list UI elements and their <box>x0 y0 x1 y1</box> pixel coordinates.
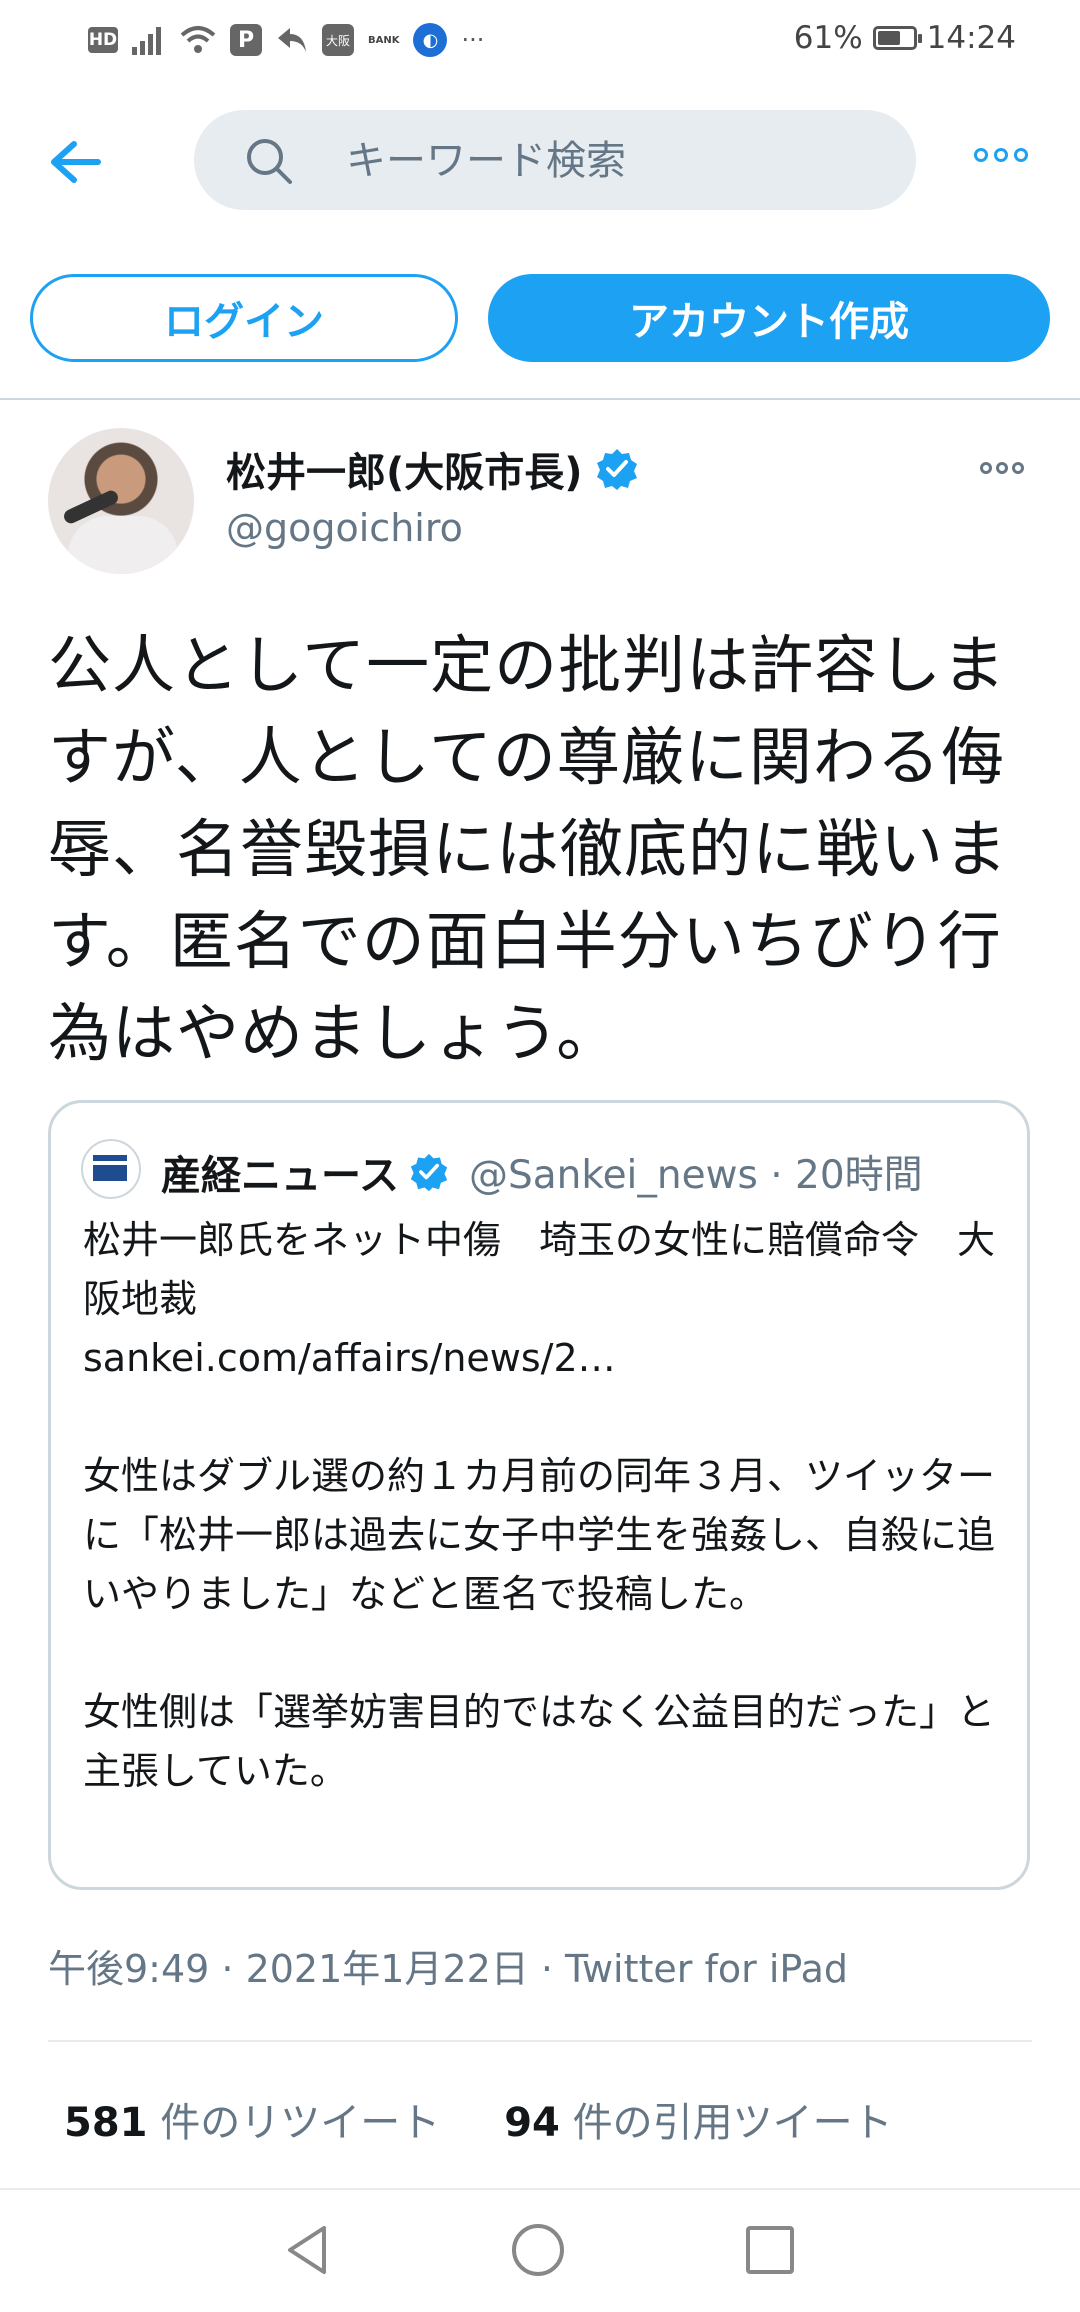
login-button[interactable]: ログイン <box>30 274 458 362</box>
more-options-icon[interactable] <box>974 148 1036 170</box>
navigation-bar <box>0 2192 1080 2312</box>
search-bar[interactable] <box>194 110 916 210</box>
quoted-tweet-header: 産経ニュース @Sankei_news · 20時間 <box>161 1143 923 1201</box>
tweet-more-icon[interactable] <box>980 462 1030 482</box>
status-bar: HD P 大阪 BANK ◐ ··· 61% 14:24 <box>0 0 1080 84</box>
battery-icon <box>872 26 922 50</box>
search-icon <box>244 136 294 186</box>
signal-icon <box>132 22 166 58</box>
tweet-timestamp: 午後9:49 · 2021年1月22日 · Twitter for iPad <box>48 1947 848 1991</box>
tweet-stats: 581 件のリツイート 94 件の引用ツイート <box>64 2090 893 2148</box>
verified-badge-icon <box>410 1153 448 1192</box>
bank-icon: BANK <box>368 34 400 46</box>
quotes-count: 94 <box>504 2100 560 2146</box>
author-handle[interactable]: @gogoichiro <box>226 506 463 550</box>
app-icon: 大阪 <box>322 24 354 56</box>
more-notifications-icon: ··· <box>461 26 485 54</box>
quoted-tweet[interactable]: 産経ニュース @Sankei_news · 20時間 松井一郎氏をネット中傷 埼… <box>48 1100 1030 1890</box>
top-header <box>0 100 1080 220</box>
browser-icon: ◐ <box>413 23 448 57</box>
nav-back-icon[interactable] <box>282 2222 332 2278</box>
wifi-icon <box>180 22 216 58</box>
avatar[interactable] <box>48 428 194 574</box>
back-arrow-icon[interactable] <box>48 134 104 190</box>
clock: 14:24 <box>926 20 1016 56</box>
divider <box>0 398 1080 400</box>
p-app-icon: P <box>230 24 262 56</box>
signup-button[interactable]: アカウント作成 <box>488 274 1050 362</box>
search-input[interactable] <box>344 128 868 194</box>
quotes-stat[interactable]: 94 件の引用ツイート <box>504 2090 892 2148</box>
retweets-stat[interactable]: 581 件のリツイート <box>64 2090 440 2148</box>
battery-percent: 61% <box>793 20 863 56</box>
verified-badge-icon <box>596 449 637 490</box>
status-icons: HD P 大阪 BANK ◐ ··· <box>88 22 484 58</box>
divider <box>0 2188 1080 2190</box>
status-right: 61% 14:24 <box>794 20 1016 56</box>
retweets-label: 件のリツイート <box>160 2100 441 2146</box>
quoted-author-handle: @Sankei_news · 20時間 <box>469 1153 923 1198</box>
author-name-text: 松井一郎(大阪市長) <box>226 450 583 496</box>
retweets-count: 581 <box>64 2100 148 2146</box>
quoted-author-name: 産経ニュース <box>161 1153 399 1199</box>
hd-icon: HD <box>88 27 118 53</box>
nav-home-icon[interactable] <box>512 2224 564 2276</box>
nav-recents-icon[interactable] <box>746 2226 794 2274</box>
author-name[interactable]: 松井一郎(大阪市長) <box>226 440 639 498</box>
quoted-tweet-text: 松井一郎氏をネット中傷 埼玉の女性に賠償命令 大阪地裁 sankei.com/a… <box>83 1218 996 1793</box>
tweet-text: 公人として一定の批判は許容しますが、人としての尊厳に関わる侮辱、名誉毀損には徹底… <box>48 629 1008 1070</box>
divider <box>48 2040 1032 2042</box>
quotes-label: 件の引用ツイート <box>572 2100 893 2146</box>
arrow-icon <box>276 22 308 58</box>
sankei-logo-icon <box>81 1139 141 1199</box>
